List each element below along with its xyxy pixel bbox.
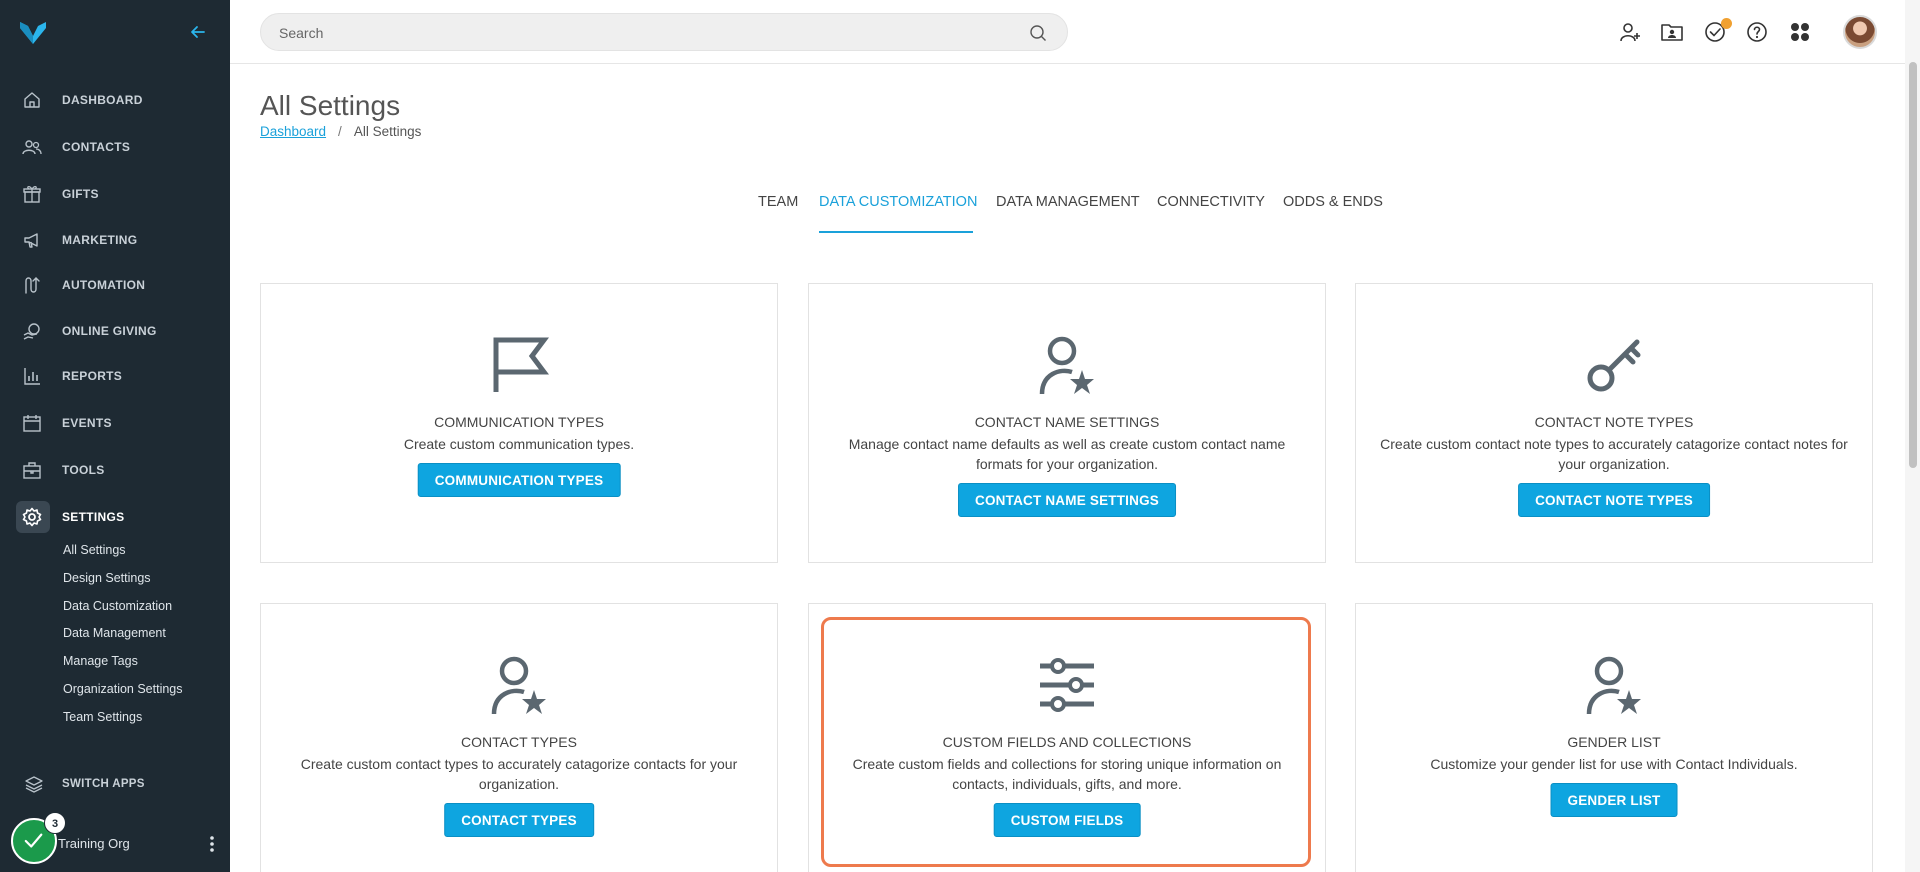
- nav-online-giving[interactable]: ONLINE GIVING: [0, 311, 230, 351]
- gift-icon: [23, 186, 41, 203]
- subnav-data-customization[interactable]: Data Customization: [63, 599, 172, 613]
- notification-badge: [1721, 18, 1732, 29]
- gear-icon: [22, 507, 42, 527]
- card-description: Create custom communication types.: [403, 436, 635, 452]
- card-description: Customize your gender list for use with …: [1430, 756, 1798, 772]
- tab-odds-and-ends[interactable]: ODDS & ENDS: [1283, 194, 1383, 210]
- nav-label: GIFTS: [62, 187, 99, 201]
- page-scrollbar-thumb[interactable]: [1909, 62, 1917, 468]
- reports-icon: [24, 368, 40, 385]
- kebab-menu-icon[interactable]: [208, 834, 216, 854]
- card-contact-types: CONTACT TYPES Create custom contact type…: [260, 603, 778, 872]
- toolbox-icon: [23, 462, 41, 479]
- nav-label: SETTINGS: [62, 510, 125, 524]
- contact-name-settings-button[interactable]: CONTACT NAME SETTINGS: [958, 483, 1176, 517]
- breadcrumb-dashboard-link[interactable]: Dashboard: [260, 124, 326, 139]
- communication-types-button[interactable]: COMMUNICATION TYPES: [417, 463, 621, 497]
- user-star-icon: [491, 656, 546, 715]
- nav-reports[interactable]: REPORTS: [0, 356, 230, 396]
- search-icon[interactable]: [1029, 24, 1047, 42]
- active-tab-underline: [819, 231, 973, 233]
- contact-note-types-button[interactable]: CONTACT NOTE TYPES: [1518, 483, 1710, 517]
- card-gender-list: GENDER LIST Customize your gender list f…: [1355, 603, 1873, 872]
- tab-data-management[interactable]: DATA MANAGEMENT: [996, 194, 1140, 210]
- tab-team[interactable]: TEAM: [758, 194, 798, 210]
- nav-automation[interactable]: AUTOMATION: [0, 265, 230, 305]
- online-giving-icon: [23, 323, 40, 340]
- nav-marketing[interactable]: MARKETING: [0, 220, 230, 260]
- layers-icon: [25, 776, 43, 793]
- nav-label: ONLINE GIVING: [62, 324, 157, 338]
- subnav-all-settings[interactable]: All Settings: [63, 543, 126, 557]
- org-notification-badge: 3: [44, 812, 66, 834]
- subnav-team-settings[interactable]: Team Settings: [63, 710, 142, 724]
- gender-list-button[interactable]: GENDER LIST: [1550, 783, 1678, 817]
- top-bar: [230, 0, 1920, 64]
- nav-label: MARKETING: [62, 233, 138, 247]
- nav-gifts[interactable]: GIFTS: [0, 174, 230, 214]
- switch-apps-label: SWITCH APPS: [62, 778, 145, 790]
- org-name[interactable]: Training Org: [58, 836, 130, 851]
- home-icon: [24, 92, 40, 108]
- collapse-sidebar-icon[interactable]: [188, 22, 208, 42]
- nav-label: TOOLS: [62, 463, 105, 477]
- add-user-icon[interactable]: [1618, 20, 1642, 44]
- nav-dashboard[interactable]: DASHBOARD: [0, 80, 230, 120]
- card-description: Create custom contact types to accuratel…: [300, 756, 738, 792]
- flag-icon: [493, 337, 549, 392]
- help-icon[interactable]: [1745, 20, 1769, 44]
- breadcrumb: Dashboard / All Settings: [260, 124, 421, 139]
- nav-events[interactable]: EVENTS: [0, 403, 230, 443]
- nav-settings[interactable]: SETTINGS: [0, 497, 230, 537]
- highlight-outline: [821, 617, 1311, 867]
- card-title: COMMUNICATION TYPES: [434, 414, 604, 430]
- contact-types-button[interactable]: CONTACT TYPES: [444, 803, 594, 837]
- user-avatar[interactable]: [1843, 15, 1877, 49]
- tab-connectivity[interactable]: CONNECTIVITY: [1157, 194, 1265, 210]
- key-icon: [1587, 339, 1641, 392]
- sidebar-header: [0, 0, 230, 64]
- card-description: Create custom contact note types to accu…: [1380, 436, 1848, 472]
- subnav-data-management[interactable]: Data Management: [63, 626, 166, 640]
- nav-label: DASHBOARD: [62, 93, 143, 107]
- sidebar: DASHBOARD CONTACTS GIFTS MARKETING AUTOM…: [0, 0, 230, 872]
- card-contact-note-types: CONTACT NOTE TYPES Create custom contact…: [1355, 283, 1873, 563]
- card-title: GENDER LIST: [1567, 734, 1661, 750]
- nav-label: EVENTS: [62, 416, 112, 430]
- megaphone-icon: [24, 233, 38, 248]
- automation-icon: [25, 277, 40, 294]
- page-title: All Settings: [260, 90, 401, 121]
- contacts-icon: [22, 140, 42, 155]
- nav-label: REPORTS: [62, 369, 123, 383]
- card-contact-name-settings: CONTACT NAME SETTINGS Manage contact nam…: [808, 283, 1326, 563]
- switch-apps-button[interactable]: SWITCH APPS: [0, 768, 230, 800]
- calendar-icon: [23, 415, 41, 432]
- tab-data-customization[interactable]: DATA CUSTOMIZATION: [819, 194, 977, 210]
- card-description: Manage contact name defaults as well as …: [848, 436, 1286, 472]
- card-title: CONTACT TYPES: [461, 734, 577, 750]
- subnav-manage-tags[interactable]: Manage Tags: [63, 654, 138, 668]
- nav-tools[interactable]: TOOLS: [0, 450, 230, 490]
- user-star-icon: [1039, 336, 1094, 395]
- nav-label: AUTOMATION: [62, 278, 146, 292]
- search-input[interactable]: [279, 23, 979, 43]
- apps-grid-icon[interactable]: [1788, 20, 1812, 44]
- nav-contacts[interactable]: CONTACTS: [0, 127, 230, 167]
- subnav-organization-settings[interactable]: Organization Settings: [63, 682, 183, 696]
- breadcrumb-separator: /: [338, 124, 342, 139]
- user-star-icon: [1586, 656, 1641, 715]
- card-title: CONTACT NAME SETTINGS: [974, 414, 1160, 430]
- search-bar: [260, 13, 1068, 51]
- nav-label: CONTACTS: [62, 140, 131, 154]
- contact-folder-icon[interactable]: [1660, 20, 1684, 44]
- card-communication-types: COMMUNICATION TYPES Create custom commun…: [260, 283, 778, 563]
- app-logo-icon[interactable]: [20, 20, 46, 44]
- subnav-design-settings[interactable]: Design Settings: [63, 571, 151, 585]
- card-title: CONTACT NOTE TYPES: [1534, 414, 1694, 430]
- breadcrumb-current: All Settings: [353, 124, 422, 139]
